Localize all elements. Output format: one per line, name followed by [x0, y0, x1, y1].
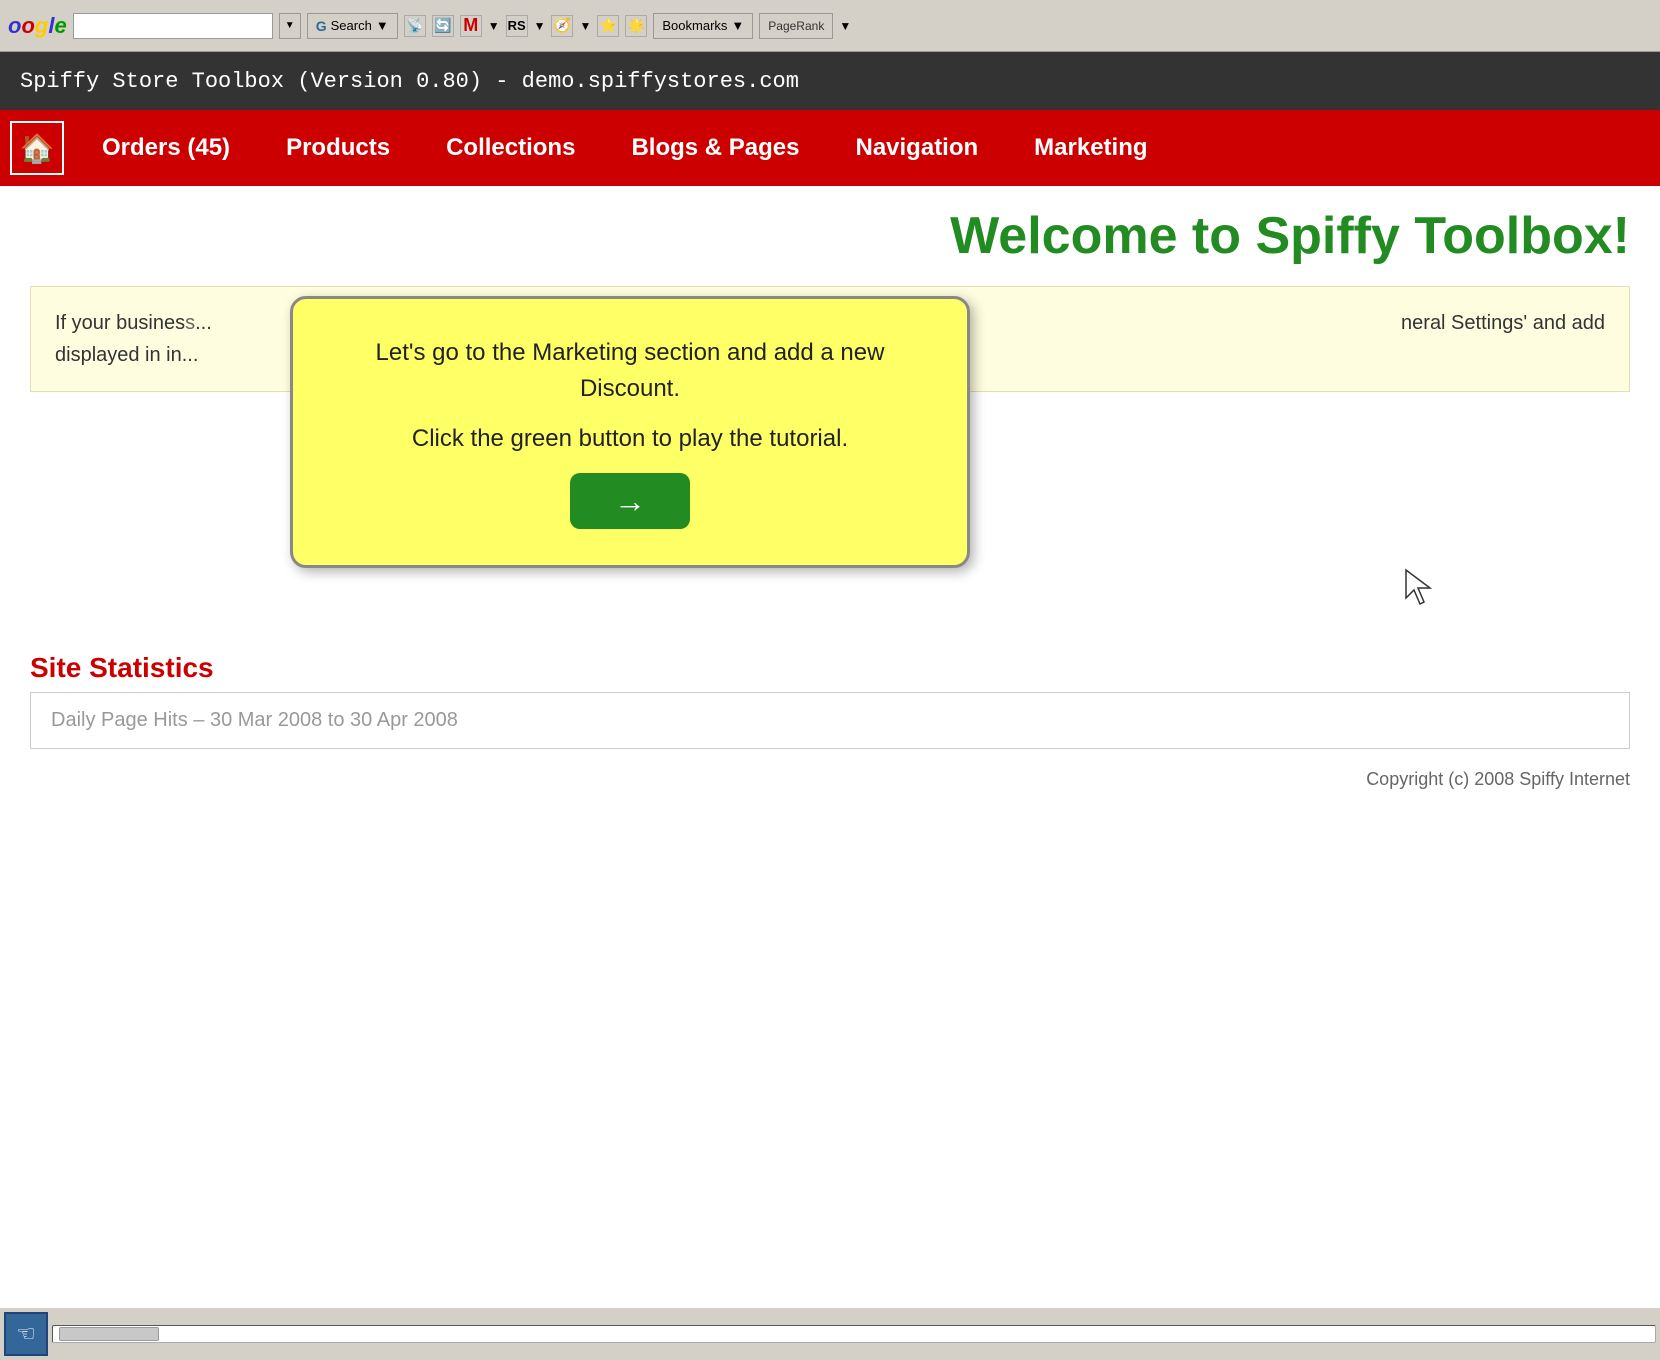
info-text-end: neral Settings' and add [1401, 307, 1605, 339]
pagerank-box: PageRank [759, 13, 833, 39]
star-icon2[interactable]: 🌟 [625, 15, 647, 37]
search-input[interactable] [74, 18, 234, 33]
tooltip-line1: Let's go to the Marketing section and ad… [333, 335, 927, 407]
nav-orders-label: Orders (45) [102, 134, 230, 162]
copyright: Copyright (c) 2008 Spiffy Internet [30, 769, 1630, 790]
nav-bar: 🏠 Orders (45) Products Collections Blogs… [0, 110, 1660, 186]
search-button[interactable]: G Search ▼ [307, 13, 398, 39]
hand-cursor-icon: ☜ [16, 1321, 36, 1347]
scroll-thumb[interactable] [59, 1327, 159, 1341]
arrow-right-icon: → [614, 483, 646, 520]
nav-blogs[interactable]: Blogs & Pages [603, 110, 827, 186]
nav-marketing[interactable]: Marketing [1006, 110, 1175, 186]
nav-marketing-label: Marketing [1034, 134, 1147, 162]
site-stats-header: Site Statistics [30, 652, 1630, 684]
nav-icon[interactable]: 🧭 [551, 15, 573, 37]
main-content: Welcome to Spiffy Toolbox! If your busin… [0, 186, 1660, 810]
nav-collections[interactable]: Collections [418, 110, 603, 186]
search-box [73, 13, 273, 39]
tooltip-line2: Click the green button to play the tutor… [333, 421, 927, 457]
rs-icon[interactable]: RS [506, 15, 528, 37]
info-text-middle: displayed in in [55, 344, 182, 366]
scroll-left-button[interactable]: ☜ [4, 1312, 48, 1356]
mail-dropdown-icon[interactable]: ▼ [488, 19, 500, 33]
nav-orders[interactable]: Orders (45) [74, 110, 258, 186]
info-text-start: If your busines [55, 312, 185, 334]
antenna-icon[interactable]: 📡 [404, 15, 426, 37]
search-dropdown[interactable]: ▼ [279, 13, 301, 39]
browser-toolbar: oogle ▼ G Search ▼ 📡 🔄 M ▼ RS ▼ 🧭 ▼ ⭐ 🌟 … [0, 0, 1660, 52]
nav-navigation-label: Navigation [855, 134, 978, 162]
search-dropdown-icon: ▼ [376, 18, 389, 33]
home-button[interactable]: 🏠 [10, 121, 64, 175]
search-btn-label: Search [331, 18, 372, 33]
nav-products[interactable]: Products [258, 110, 418, 186]
scroll-track[interactable] [52, 1325, 1656, 1343]
tutorial-play-button[interactable]: → [570, 473, 690, 529]
stats-label: Daily Page Hits – 30 Mar 2008 to 30 Apr … [51, 709, 458, 731]
bookmarks-button[interactable]: Bookmarks ▼ [653, 13, 753, 39]
mail-icon[interactable]: M [460, 15, 482, 37]
pagerank-dropdown-icon[interactable]: ▼ [839, 19, 851, 33]
rs-dropdown-icon[interactable]: ▼ [534, 19, 546, 33]
refresh-icon[interactable]: 🔄 [432, 15, 454, 37]
title-text: Spiffy Store Toolbox (Version 0.80) - de… [20, 69, 799, 94]
nav-dropdown-icon[interactable]: ▼ [579, 19, 591, 33]
pagerank-label: PageRank [768, 19, 824, 33]
bookmark-star-icon[interactable]: ⭐ [597, 15, 619, 37]
nav-navigation[interactable]: Navigation [827, 110, 1006, 186]
stats-box: Daily Page Hits – 30 Mar 2008 to 30 Apr … [30, 692, 1630, 749]
title-bar: Spiffy Store Toolbox (Version 0.80) - de… [0, 52, 1660, 110]
bookmarks-label: Bookmarks [662, 18, 727, 33]
welcome-title: Welcome to Spiffy Toolbox! [30, 206, 1630, 266]
bottom-scrollbar: ☜ [0, 1308, 1660, 1360]
home-icon: 🏠 [20, 132, 55, 165]
google-logo: oogle [8, 13, 67, 39]
nav-blogs-label: Blogs & Pages [631, 134, 799, 162]
nav-products-label: Products [286, 134, 390, 162]
google-g-icon: G [316, 18, 327, 34]
nav-collections-label: Collections [446, 134, 575, 162]
bookmarks-dropdown-icon: ▼ [731, 18, 744, 33]
tooltip-popup: Let's go to the Marketing section and ad… [290, 296, 970, 568]
mouse-cursor [1400, 566, 1440, 606]
